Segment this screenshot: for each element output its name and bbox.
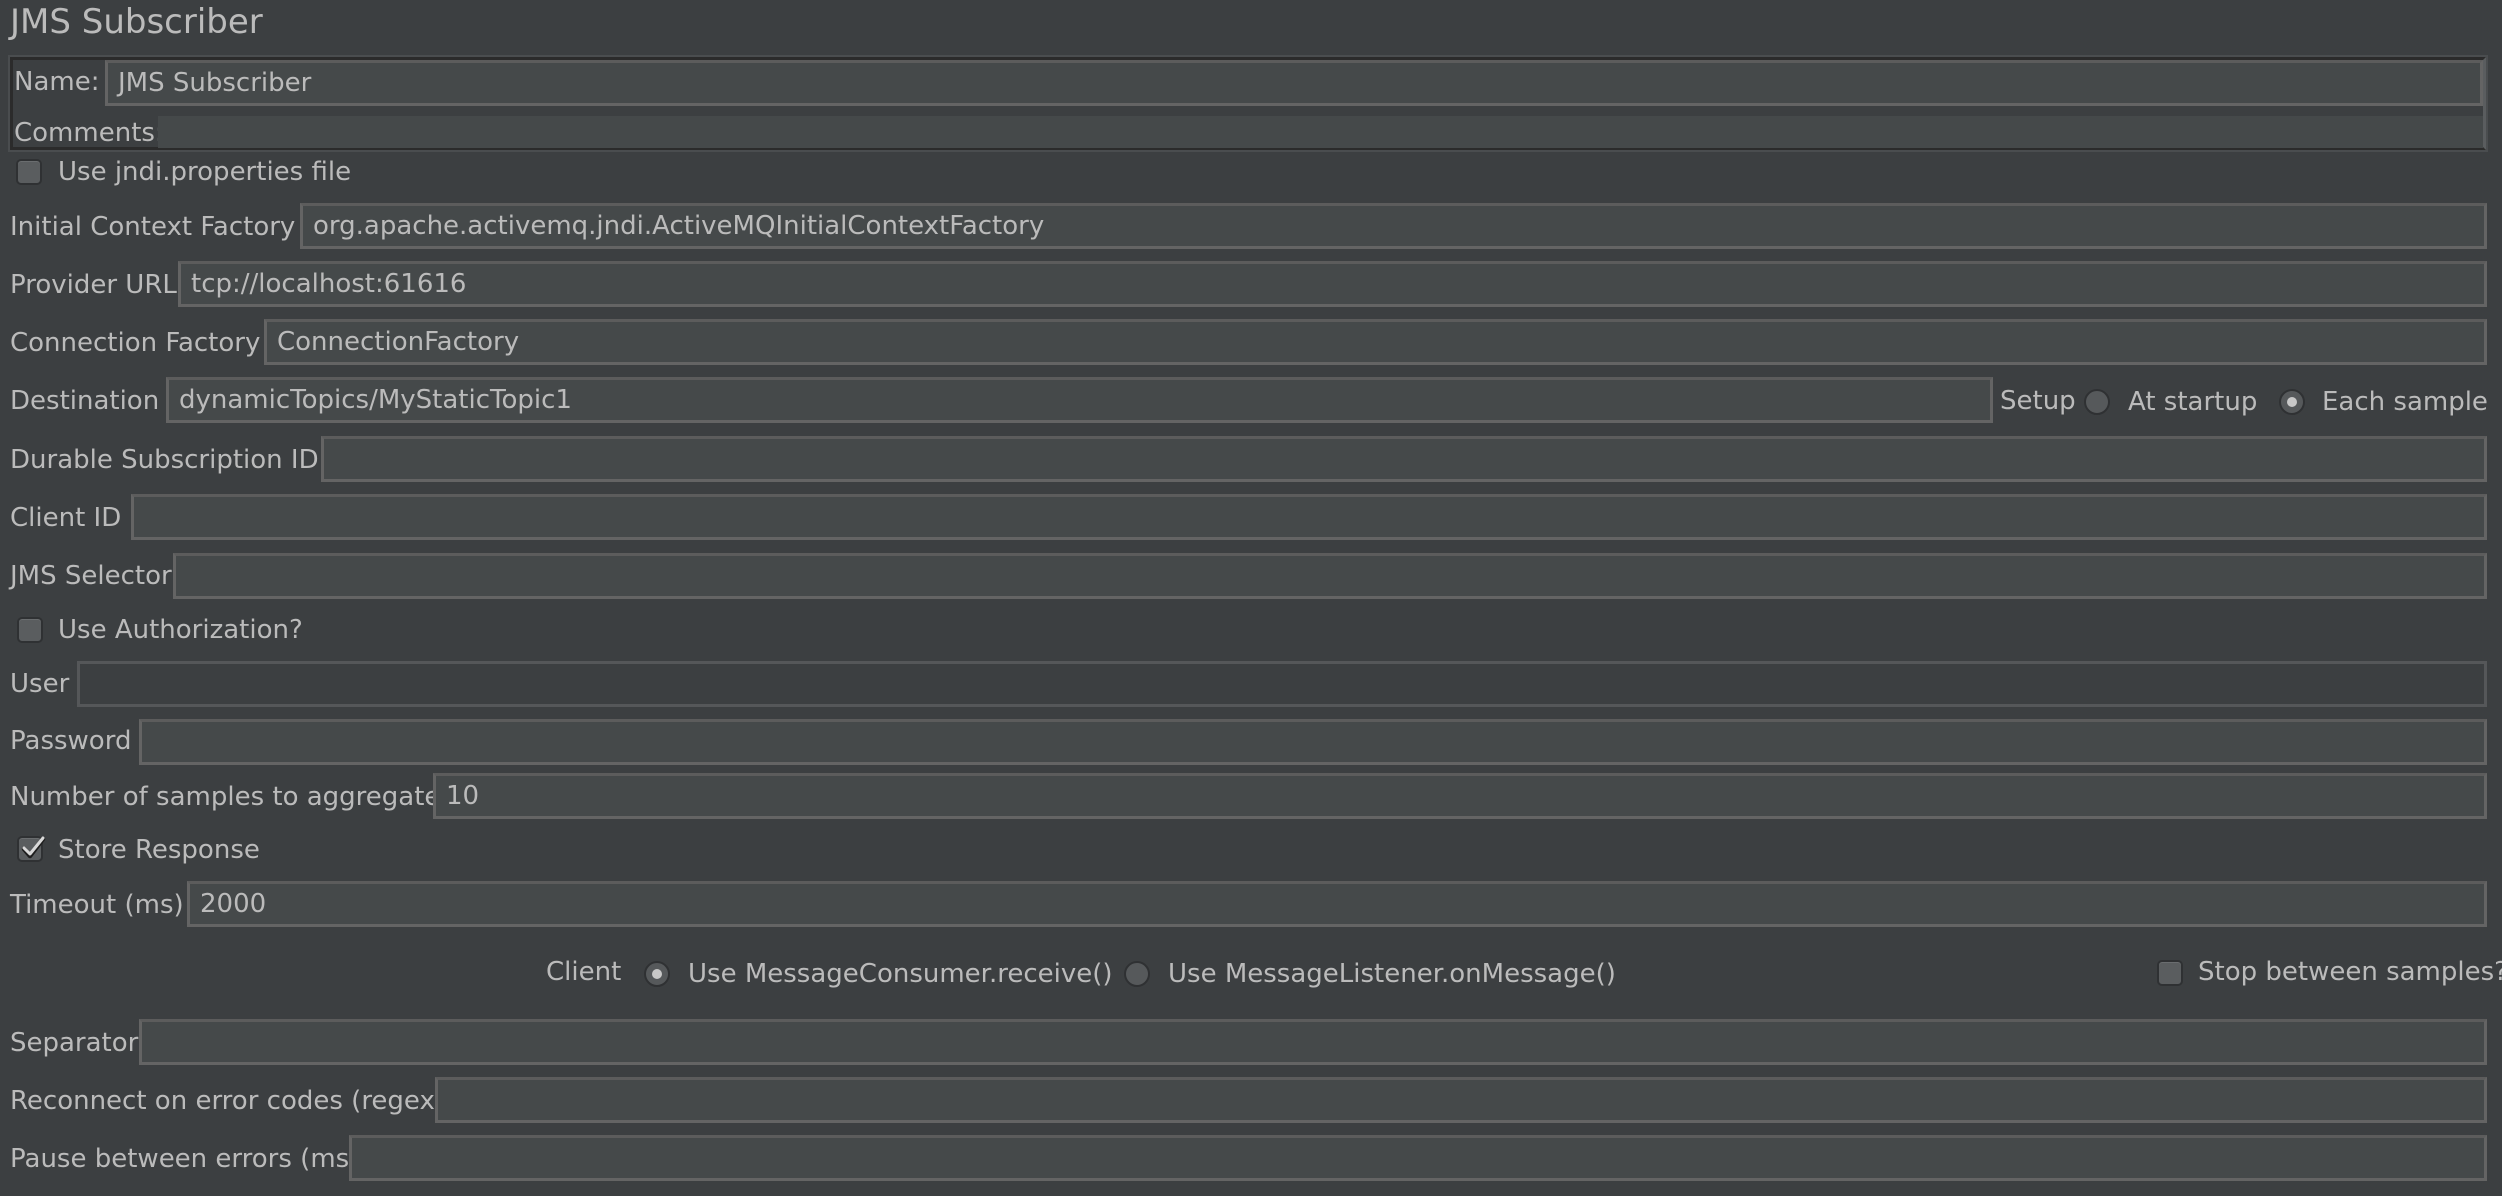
setup-each-sample-label: Each sample xyxy=(2322,387,2488,417)
password-input[interactable] xyxy=(139,719,2487,765)
stop-between-samples-checkbox[interactable] xyxy=(2157,960,2183,986)
store-response-label: Store Response xyxy=(58,835,260,865)
setup-label: Setup xyxy=(2000,386,2076,416)
password-label: Password xyxy=(10,726,132,756)
provider-url-label: Provider URL xyxy=(10,270,177,300)
use-jndi-label: Use jndi.properties file xyxy=(58,157,352,187)
user-input[interactable] xyxy=(77,661,2487,707)
setup-each-sample-radio[interactable] xyxy=(2279,389,2305,415)
number-of-samples-input[interactable]: 10 xyxy=(433,773,2487,819)
pause-between-errors-label: Pause between errors (ms) xyxy=(10,1144,360,1174)
use-authorization-checkbox[interactable] xyxy=(17,617,43,643)
initial-context-factory-label: Initial Context Factory xyxy=(10,212,296,242)
pause-between-errors-input[interactable] xyxy=(349,1135,2487,1181)
jms-selector-input[interactable] xyxy=(173,553,2487,599)
use-authorization-label: Use Authorization? xyxy=(58,615,303,645)
timeout-input[interactable]: 2000 xyxy=(187,881,2487,927)
client-onmessage-label: Use MessageListener.onMessage() xyxy=(1168,959,1616,989)
setup-at-startup-radio[interactable] xyxy=(2084,389,2110,415)
comments-label: Comments: xyxy=(14,118,164,148)
checkmark-icon xyxy=(21,836,46,859)
store-response-checkbox[interactable] xyxy=(17,836,46,862)
client-receive-label: Use MessageConsumer.receive() xyxy=(688,959,1113,989)
jms-selector-label: JMS Selector xyxy=(10,561,172,591)
user-label: User xyxy=(10,669,70,699)
panel-title: JMS Subscriber xyxy=(10,2,263,42)
client-id-label: Client ID xyxy=(10,503,122,533)
separator-label: Separator xyxy=(10,1028,139,1058)
number-of-samples-label: Number of samples to aggregate xyxy=(10,782,441,812)
durable-subscription-id-label: Durable Subscription ID xyxy=(10,445,319,475)
provider-url-input[interactable]: tcp://localhost:61616 xyxy=(178,261,2487,307)
durable-subscription-id-input[interactable] xyxy=(321,436,2487,482)
timeout-label: Timeout (ms) xyxy=(10,890,184,920)
destination-label: Destination xyxy=(10,386,160,416)
destination-input[interactable]: dynamicTopics/MyStaticTopic1 xyxy=(166,377,1993,423)
client-id-input[interactable] xyxy=(131,494,2487,540)
connection-factory-label: Connection Factory xyxy=(10,328,261,358)
separator-input[interactable] xyxy=(139,1019,2487,1065)
client-label: Client xyxy=(546,957,622,987)
reconnect-on-error-codes-input[interactable] xyxy=(435,1077,2487,1123)
stop-between-samples-label: Stop between samples? xyxy=(2198,957,2502,987)
connection-factory-input[interactable]: ConnectionFactory xyxy=(264,319,2487,365)
client-onmessage-radio[interactable] xyxy=(1124,961,1150,987)
client-receive-radio[interactable] xyxy=(644,961,670,987)
name-label: Name: xyxy=(14,67,100,97)
name-input[interactable]: JMS Subscriber xyxy=(105,60,2483,106)
reconnect-on-error-codes-label: Reconnect on error codes (regex) xyxy=(10,1086,446,1116)
setup-at-startup-label: At startup xyxy=(2128,387,2258,417)
use-jndi-checkbox[interactable] xyxy=(16,159,42,185)
initial-context-factory-input[interactable]: org.apache.activemq.jndi.ActiveMQInitial… xyxy=(300,203,2487,249)
comments-textarea[interactable] xyxy=(158,116,2483,148)
